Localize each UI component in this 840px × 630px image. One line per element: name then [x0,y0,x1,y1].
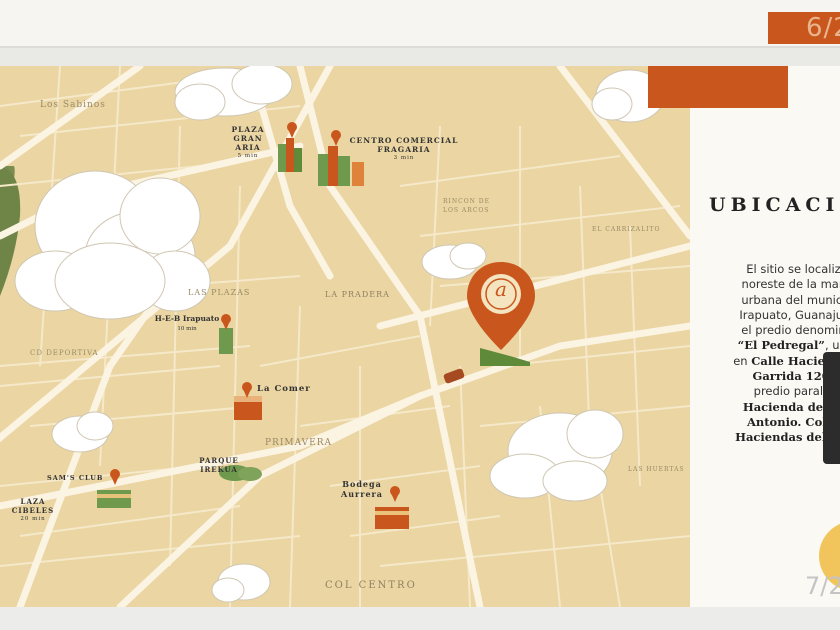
label-cd-deportiva: CD DEPORTIVA [30,349,99,357]
property-name: “El Pedregal” [737,338,825,353]
place-name-line: PLAZA [231,125,265,134]
place-time: 3 min [393,155,415,161]
place-heb: H-E-B Irapuato 10 min [145,314,229,334]
site-pin-letter: a [495,277,507,301]
presentation-slide: a Los Sabinos LAS PLAZAS LA PRADERA CD D… [0,66,840,607]
place-time: 10 min [177,326,197,332]
place-la-comer: La Comer [257,384,311,394]
label-rincon-de-los-arcos: RINCON DE LOS ARCOS [443,198,490,214]
page-indicator-top: 6/2 [768,12,840,44]
place-centro-fragaria: CENTRO COMERCIAL FRAGARIA 3 min [346,136,462,163]
location-description-panel: UBICACIO El sitio se localiza noreste de… [690,66,840,607]
description-line: El sitio se localiza [746,262,840,276]
description-line: Antonio. Coloni [712,415,840,430]
description-line: en Calle Hacienda d [712,354,840,369]
description-line: urbana del municip [741,292,840,307]
description-fragment: , ubic [824,338,840,353]
place-name: LAZA CIBELES [11,497,55,515]
location-description: El sitio se localiza noreste de la manc … [712,262,840,446]
page-indicator-bottom: 7/2 [805,572,840,600]
bottom-strip [0,607,840,630]
section-title: UBICACIO [709,194,840,216]
label-las-plazas: LAS PLAZAS [188,288,251,297]
label-el-carrizalito: EL CARRIZALITO [592,226,661,233]
place-name-line: GRAN ARIA [233,134,263,152]
place-plaza-cibeles: LAZA CIBELES 20 min [0,497,66,524]
description-fragment: en [733,353,752,368]
place-time: 5 min [237,153,259,159]
description-line: Irapuato, Guanajuat [739,307,840,322]
place-name-line: FRAGARIA [377,145,431,154]
place-name-line: PARQUE [199,456,239,465]
description-line: “El Pedregal”, ubic [712,338,840,353]
place-bodega-aurrera: Bodega Aurrera [334,479,390,499]
label-las-huertas: LAS HUERTAS [628,466,685,473]
description-line: Garrida 1208, [712,369,840,384]
place-name-line: Aurrera [341,489,383,499]
label-primavera: PRIMAVERA [265,438,332,448]
description-line: predio paralelo [753,384,840,399]
label-col-centro: COL CENTRO [325,580,417,591]
place-name: H-E-B Irapuato [154,314,220,323]
header-accent-bar [648,66,788,108]
place-name-line: Bodega [342,479,382,489]
description-line: noreste de la manc [741,277,840,292]
place-name-line: CENTRO COMERCIAL [349,136,459,145]
place-sams-club: SAM'S CLUB [47,474,104,482]
label-la-pradera: LA PRADERA [325,290,390,299]
place-time: 20 min [20,516,46,522]
place-parque-irekua: PARQUE IREKUA [199,456,239,474]
site-location-pin [467,262,535,350]
top-toolbar-strip [0,0,840,48]
label-los-sabinos: Los Sabinos [40,100,106,110]
location-map: a Los Sabinos LAS PLAZAS LA PRADERA CD D… [0,66,690,607]
description-line: el predio denomine [741,323,840,338]
dark-overlay-tab [823,352,840,464]
description-line: Hacienda de San [712,400,840,415]
place-name-line: IREKUA [200,465,238,474]
place-plaza-gran-aria: PLAZA GRAN ARIA 5 min [220,125,276,161]
description-line: Haciendas del Carr [712,430,840,445]
